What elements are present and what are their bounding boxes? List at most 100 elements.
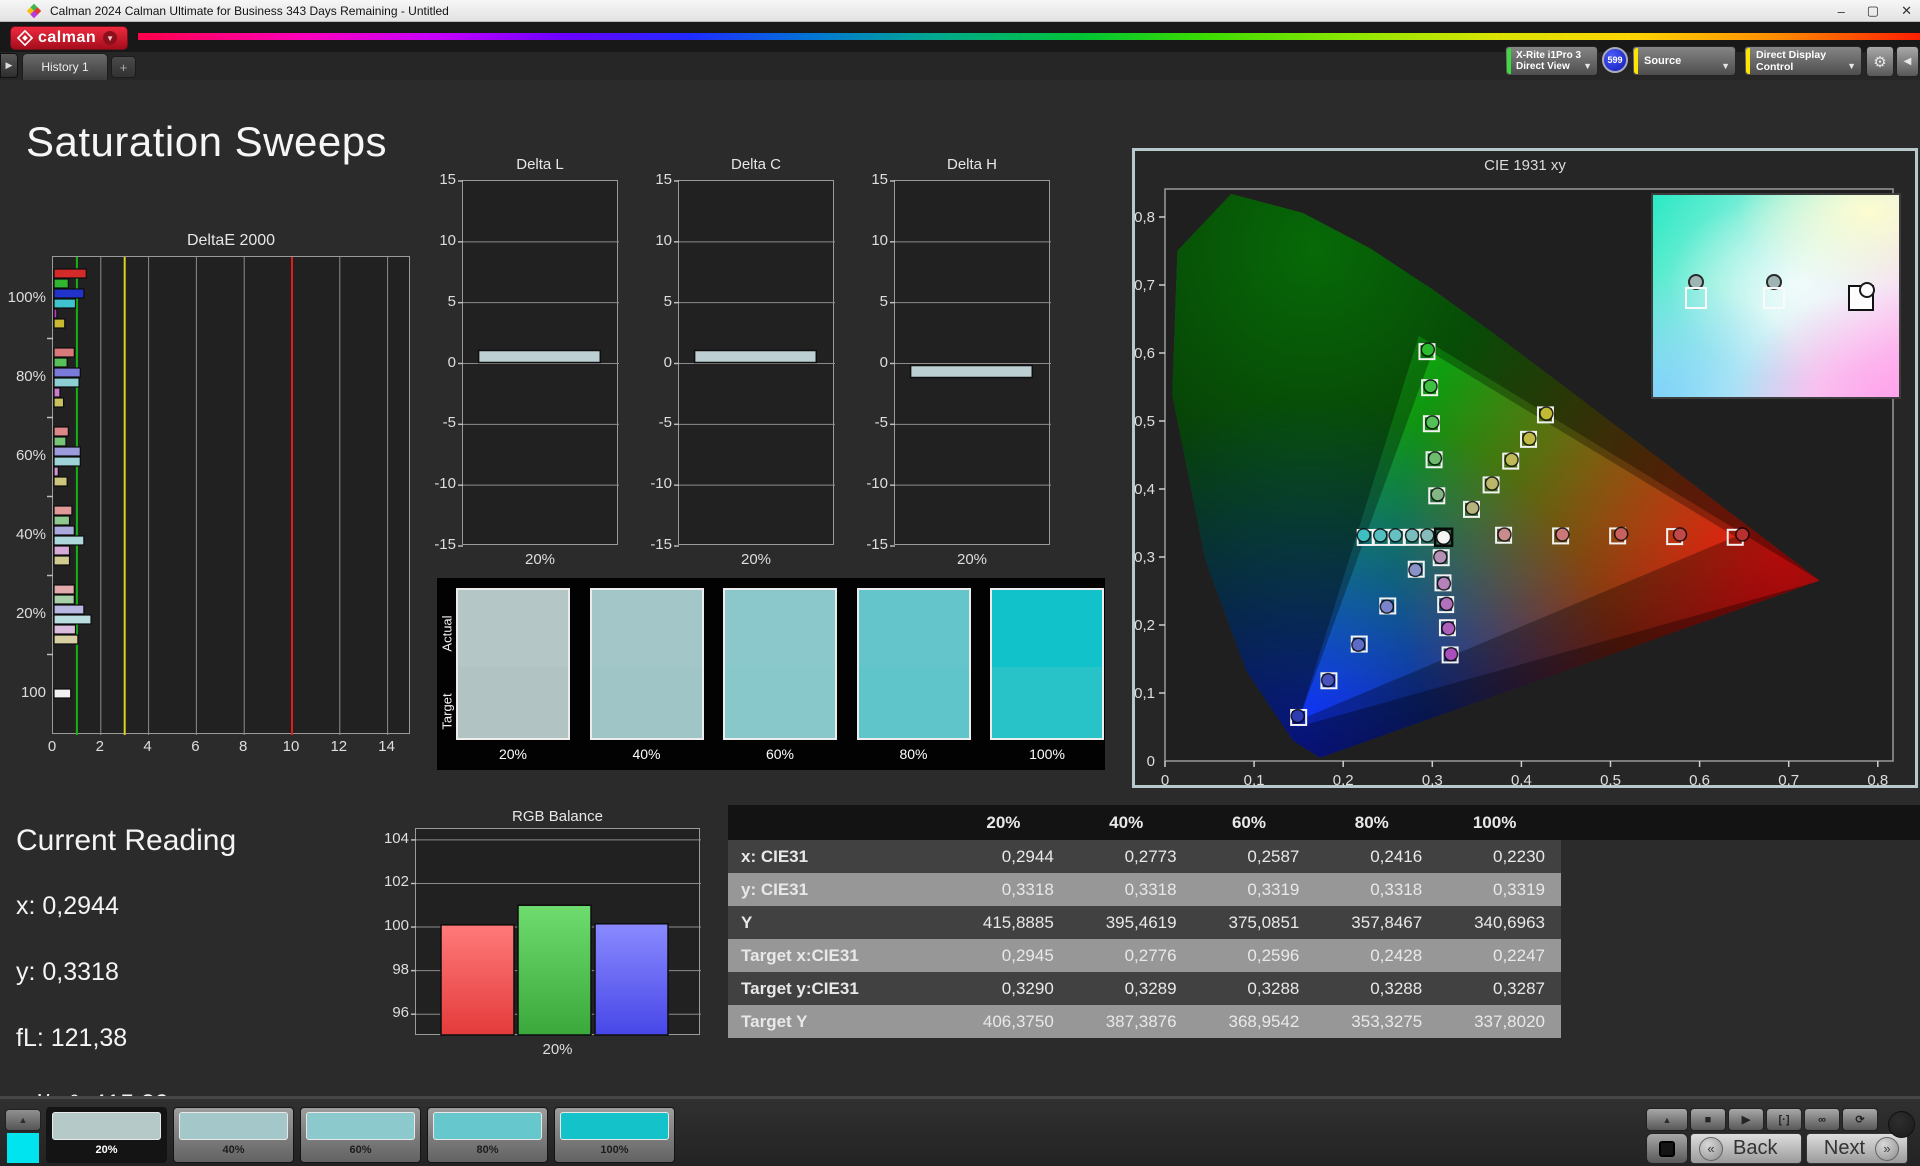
tab-scroll-button[interactable]: ▶ [0, 53, 18, 78]
cie-measured-magenta [1441, 621, 1456, 636]
patch-label-80%: 80% [476, 1144, 499, 1156]
table-row-label: Target x:CIE31 [741, 945, 859, 965]
swatch-target-40% [591, 666, 702, 738]
deltae-bar-60%-0 [53, 426, 69, 437]
swatch-target-60% [725, 666, 835, 738]
tab-history-1[interactable]: History 1 [22, 53, 108, 80]
window-title: Calman 2024 Calman Ultimate for Business… [50, 3, 449, 18]
delta-ytick-delta_l--15: -15 [434, 536, 456, 553]
delta-ytick-delta_c-0: 0 [663, 353, 672, 371]
deltae-group-label-40%: 40% [15, 526, 46, 543]
delta-ytick-delta_l-0: 0 [447, 353, 456, 371]
table-cell: 0,2945 [1001, 945, 1054, 965]
minimize-icon[interactable]: – [1838, 4, 1845, 19]
table-cell: 0,2247 [1492, 945, 1545, 965]
back-button[interactable]: « Back [1690, 1133, 1802, 1164]
svg-text:0,1: 0,1 [1134, 685, 1155, 702]
deltae-bar-100%-3 [53, 298, 77, 309]
patch-button-40%[interactable]: 40% [173, 1107, 294, 1163]
swatch-actual-60% [725, 590, 835, 667]
delta-ytick-delta_l-15: 15 [439, 171, 456, 188]
stop-measure-button[interactable] [1646, 1133, 1688, 1164]
swatch-label-20%: 20% [498, 746, 528, 762]
deltae2000-svg [47, 257, 389, 735]
cie-measured-red [1672, 527, 1688, 542]
patch-chip-80% [433, 1112, 542, 1140]
stop-icon [1659, 1140, 1675, 1157]
cie-measured-magenta [1439, 596, 1454, 612]
collapse-panel-button[interactable]: ◀ [1896, 46, 1919, 77]
cie-measured-red [1735, 527, 1750, 542]
meter-dropdown[interactable]: X-Rite i1Pro 3 Direct View ▼ [1505, 46, 1598, 76]
table-header-100%: 100% [1472, 812, 1517, 832]
patch-button-60%[interactable]: 60% [300, 1107, 421, 1163]
transport-play-button[interactable]: ▶ [1728, 1108, 1764, 1131]
deltae-bar-80%-2 [53, 367, 81, 378]
display-control-dropdown[interactable]: Direct Display Control ▼ [1744, 46, 1862, 76]
deltae-group-label-20%: 20% [15, 605, 46, 622]
svg-text:0,6: 0,6 [1689, 772, 1710, 789]
cie-measured-green [1420, 342, 1436, 357]
delta_c-bar [693, 349, 818, 364]
transport-loop-button[interactable]: ∞ [1804, 1108, 1840, 1131]
cie-measured-cyan [1404, 528, 1420, 543]
swatch-actual-80% [858, 590, 969, 667]
saturation-swatch-100% [990, 588, 1104, 740]
cie-measured-red [1555, 527, 1570, 542]
patch-button-100%[interactable]: 100% [554, 1107, 675, 1163]
transport-stop-button[interactable]: ■ [1690, 1108, 1726, 1131]
swatch-actual-20% [458, 590, 568, 667]
calman-menu-button[interactable]: calman ▼ [10, 26, 128, 50]
deltae-group-label-60%: 60% [15, 447, 46, 464]
table-row-label: Target Y [741, 1011, 808, 1031]
swatch-label-100%: 100% [1029, 746, 1065, 762]
delta-chart-title-delta_c: Delta C [730, 156, 782, 173]
patch-chip-20% [52, 1112, 161, 1140]
delta_l-bar [477, 349, 602, 364]
svg-text:0,4: 0,4 [1134, 481, 1155, 498]
cie-1931-panel: CIE 1931 xy 0 0,1 0,2 0,3 0,4 0,5 0,6 0,7 0,8 0,1… [1132, 148, 1918, 789]
svg-text:0,5: 0,5 [1134, 413, 1155, 430]
delta-ytick-delta_l-5: 5 [447, 292, 456, 310]
delta-chart-delta_c [674, 180, 835, 547]
cie-measured-yellow [1522, 431, 1537, 446]
deltae-xtick-0: 0 [47, 738, 57, 755]
transport-step-button[interactable]: [·] [1766, 1108, 1802, 1131]
cie-inset-marker-square [1684, 287, 1707, 309]
cie-measured-blue [1408, 562, 1423, 578]
deltae-xtick-14: 14 [378, 738, 395, 755]
calman-diamond-icon [16, 29, 34, 47]
source-label: Source [1644, 55, 1682, 67]
delta_l-svg [458, 180, 619, 547]
deltae-bar-40%-0 [53, 505, 73, 516]
patch-button-20%[interactable]: 20% [46, 1107, 167, 1163]
deltae-group-label-100: 100 [20, 684, 46, 701]
swatch-label-40%: 40% [632, 746, 661, 762]
deltae-bar-20%-0 [53, 584, 75, 595]
deltae-xtick-8: 8 [239, 738, 248, 755]
svg-text:0,2: 0,2 [1134, 617, 1155, 634]
table-row-label: Target y:CIE31 [741, 978, 859, 998]
deltae-bar-60%-5 [53, 476, 68, 487]
maximize-icon[interactable]: ▢ [1867, 3, 1879, 19]
delta-ytick-delta_c-15: 15 [655, 171, 672, 188]
source-dropdown[interactable]: Source ▼ [1632, 46, 1736, 76]
rgb-ytick-102: 102 [383, 873, 409, 891]
transport-refresh-button[interactable]: ⟳ [1842, 1108, 1878, 1131]
transport-options-button[interactable]: ▲ [1646, 1108, 1688, 1131]
next-button[interactable]: Next » [1806, 1133, 1908, 1164]
svg-text:0,1: 0,1 [1244, 772, 1265, 789]
patch-button-80%[interactable]: 80% [427, 1107, 548, 1163]
patch-options-button[interactable]: ▲ [5, 1109, 41, 1131]
meter-count-badge[interactable]: 599 [1602, 47, 1628, 73]
svg-text:0,7: 0,7 [1134, 277, 1155, 294]
cie-measured-yellow [1465, 500, 1480, 516]
settings-gear-button[interactable]: ⚙ [1866, 46, 1894, 77]
meter-count-value: 599 [1607, 55, 1623, 65]
patch-label-40%: 40% [222, 1144, 245, 1156]
add-tab-button[interactable]: + [111, 56, 136, 78]
rgb-xlabel: 20% [542, 1041, 573, 1058]
next-label: Next [1823, 1137, 1865, 1159]
delta-chart-delta_l [458, 180, 619, 547]
close-icon[interactable]: ✕ [1901, 3, 1912, 19]
